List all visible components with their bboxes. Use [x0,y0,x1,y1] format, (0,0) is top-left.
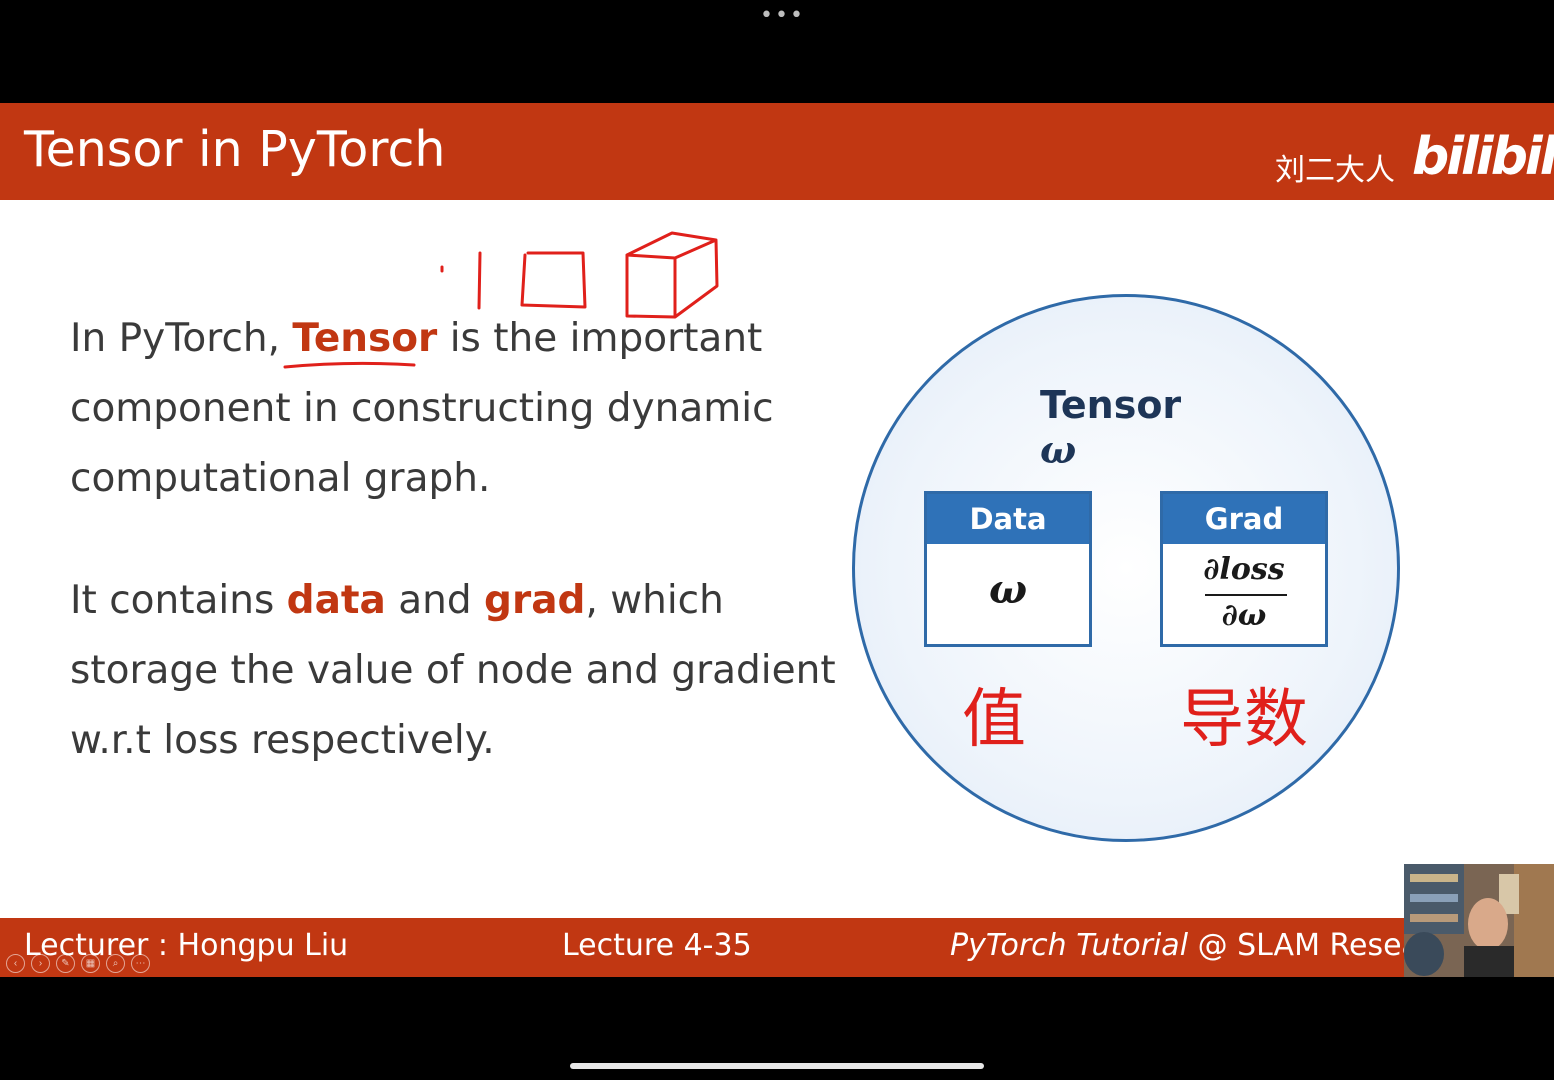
presentation-slide: Tensor in PyTorch 刘二大人 bilibili In PyTor… [0,103,1554,977]
data-value: ω [988,566,1028,613]
fraction-bar [1205,594,1287,596]
intro-paragraph: In PyTorch, Tensor is the important comp… [70,304,850,514]
footer-course-title: PyTorch Tutorial [950,928,1189,963]
top-bar: ••• [0,0,1554,103]
grad-numerator: ∂loss [1203,552,1285,587]
slides-grid-icon[interactable]: ▦ [81,954,100,973]
footer-lecture-number: Lecture 4-35 [562,928,752,963]
webcam-image [1404,864,1554,977]
grad-denominator: ∂ω [1221,598,1267,633]
zoom-icon[interactable]: ⌕ [106,954,125,973]
previous-slide-icon[interactable]: ‹ [6,954,25,973]
home-indicator[interactable] [570,1063,984,1069]
slide-footer: Lecturer : Hongpu Liu Lecture 4-35 PyTor… [0,918,1554,977]
contents-text-2: and [385,578,485,623]
data-keyword: data [286,578,386,623]
next-slide-icon[interactable]: › [31,954,50,973]
lecturer-webcam [1404,864,1554,977]
handwritten-derivative-note: 导数 [1180,683,1308,757]
annotation-vector-line [477,251,482,310]
annotation-square [520,251,587,309]
data-box-header: Data [927,494,1089,544]
data-box-body: ω [927,544,1089,644]
footer-course-org: @ SLAM Resear [1188,928,1433,963]
tensor-diagram-title: Tensor ω [1040,383,1220,472]
contents-paragraph: It contains data and grad, which storage… [70,566,850,776]
grad-box: Grad ∂loss ∂ω [1160,491,1328,647]
pen-icon[interactable]: ✎ [56,954,75,973]
grad-keyword: grad [484,578,586,623]
slideshow-controls: ‹ › ✎ ▦ ⌕ ⋯ [6,954,150,973]
grad-box-header: Grad [1163,494,1325,544]
footer-course: PyTorch Tutorial @ SLAM Resear [950,928,1432,963]
grad-box-body: ∂loss ∂ω [1163,544,1325,644]
contents-text-1: It contains [70,578,287,623]
more-options-icon[interactable]: ••• [760,5,805,27]
tensor-diagram-label: Tensor [1040,383,1182,427]
intro-text-start: In PyTorch, [70,316,293,361]
tensor-keyword: Tensor [292,316,438,361]
more-icon[interactable]: ⋯ [131,954,150,973]
omega-symbol: ω [1040,427,1077,472]
handwritten-value-note: 值 [962,683,1026,757]
data-box: Data ω [924,491,1092,647]
